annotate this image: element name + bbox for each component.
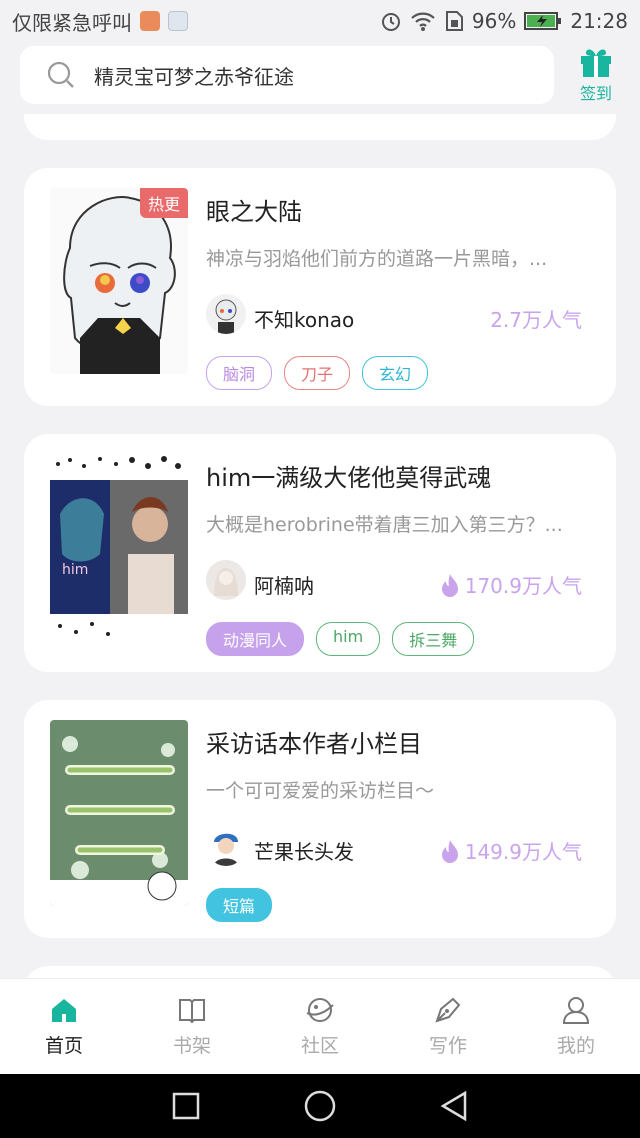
popularity-count: 149.9万人气 xyxy=(441,836,582,865)
system-navigation-bar xyxy=(0,1074,640,1138)
battery-percent: 96% xyxy=(471,9,517,33)
nav-write[interactable]: 写作 xyxy=(384,979,512,1074)
pen-icon xyxy=(435,997,461,1023)
clock: 21:28 xyxy=(570,9,628,33)
tag[interactable]: 短篇 xyxy=(206,888,273,922)
checkin-button[interactable]: 签到 xyxy=(568,46,624,106)
author-name[interactable]: 不知konao xyxy=(254,304,354,333)
nav-bookshelf-label: 书架 xyxy=(172,1035,211,1057)
book-description: 神凉与羽焰他们前方的道路一片黑暗，... xyxy=(206,248,548,270)
tag[interactable]: 脑洞 xyxy=(206,356,273,390)
flame-icon xyxy=(441,573,458,597)
author-avatar[interactable] xyxy=(206,560,246,600)
nav-home-label: 首页 xyxy=(44,1035,83,1057)
author-avatar[interactable] xyxy=(206,294,246,334)
tag-list: 动漫同人 him 拆三舞 xyxy=(206,622,475,656)
popularity-text: 149.9万人气 xyxy=(464,840,582,864)
user-icon xyxy=(562,997,590,1024)
tag-list: 短篇 xyxy=(206,888,273,922)
popularity-text: 170.9万人气 xyxy=(464,574,582,598)
nav-profile-label: 我的 xyxy=(556,1035,595,1057)
book-description: 一个可可爱爱的采访栏目～ xyxy=(206,780,435,802)
book-title[interactable]: 眼之大陆 xyxy=(206,192,302,227)
book-card[interactable]: 采访话本作者小栏目 一个可可爱爱的采访栏目～ 芒果长头发 149.9万人气 短篇 xyxy=(24,700,616,938)
popularity-count: 2.7万人气 xyxy=(490,304,582,333)
bottom-navigation: 首页 书架 社区 写作 我的 xyxy=(0,978,640,1074)
nav-home[interactable]: 首页 xyxy=(0,979,128,1074)
tag[interactable]: 拆三舞 xyxy=(392,622,475,656)
book-icon xyxy=(179,999,205,1024)
author-avatar[interactable] xyxy=(206,826,246,866)
tag[interactable]: 玄幻 xyxy=(362,356,429,390)
book-title[interactable]: 采访话本作者小栏目 xyxy=(206,724,422,759)
nav-community[interactable]: 社区 xyxy=(256,979,384,1074)
gift-icon xyxy=(581,49,611,77)
back-icon[interactable] xyxy=(439,1090,469,1122)
book-cover[interactable] xyxy=(50,720,188,906)
previous-card[interactable] xyxy=(24,114,616,140)
book-cover[interactable]: him xyxy=(50,454,188,640)
sim-icon xyxy=(445,11,463,31)
carrier-text: 仅限紧急呼叫 xyxy=(12,10,132,35)
book-cover[interactable]: 热更 xyxy=(50,188,188,374)
mail-notification-icon xyxy=(140,11,160,31)
book-card[interactable]: 热更 眼之大陆 神凉与羽焰他们前方的道路一片黑暗，... 不知konao 2.7… xyxy=(24,168,616,406)
popularity-count: 170.9万人气 xyxy=(441,570,582,599)
book-title[interactable]: him一满级大佬他莫得武魂 xyxy=(206,458,491,493)
flame-icon xyxy=(441,839,458,863)
top-bar: 精灵宝可梦之赤爷征途 签到 xyxy=(0,42,640,114)
svg-text:him: him xyxy=(62,562,88,578)
book-description: 大概是herobrine带着唐三加入第三方？... xyxy=(206,514,563,536)
author-name[interactable]: 芒果长头发 xyxy=(254,836,354,865)
home-icon xyxy=(52,999,76,1022)
book-feed[interactable]: 热更 眼之大陆 神凉与羽焰他们前方的道路一片黑暗，... 不知konao 2.7… xyxy=(0,114,640,978)
tag-list: 脑洞 刀子 玄幻 xyxy=(206,356,429,390)
recent-apps-icon[interactable] xyxy=(171,1091,201,1121)
status-bar: 仅限紧急呼叫 96% 21:28 xyxy=(0,0,640,42)
planet-icon xyxy=(306,998,334,1022)
search-placeholder: 精灵宝可梦之赤爷征途 xyxy=(94,64,294,89)
tag[interactable]: 动漫同人 xyxy=(206,622,305,656)
nav-profile[interactable]: 我的 xyxy=(512,979,640,1074)
alarm-icon xyxy=(381,13,400,31)
checkin-label: 签到 xyxy=(579,84,612,103)
home-button-icon[interactable] xyxy=(303,1089,337,1123)
book-card[interactable]: him him一满级大佬他莫得武魂 大概是herobrine带着唐三加入第三方？… xyxy=(24,434,616,672)
tag[interactable]: 刀子 xyxy=(284,356,351,390)
wifi-icon xyxy=(411,12,435,31)
app-notification-icon xyxy=(168,11,188,31)
author-name[interactable]: 阿楠呐 xyxy=(254,570,314,599)
nav-community-label: 社区 xyxy=(300,1035,339,1057)
next-card[interactable] xyxy=(24,966,616,978)
search-icon xyxy=(47,61,74,88)
nav-bookshelf[interactable]: 书架 xyxy=(128,979,256,1074)
search-bar[interactable]: 精灵宝可梦之赤爷征途 xyxy=(20,46,554,104)
hot-update-badge: 热更 xyxy=(139,188,188,218)
battery-charging-icon xyxy=(524,12,562,30)
popularity-text: 2.7万人气 xyxy=(490,308,582,332)
tag[interactable]: him xyxy=(316,622,381,656)
nav-write-label: 写作 xyxy=(428,1035,467,1057)
